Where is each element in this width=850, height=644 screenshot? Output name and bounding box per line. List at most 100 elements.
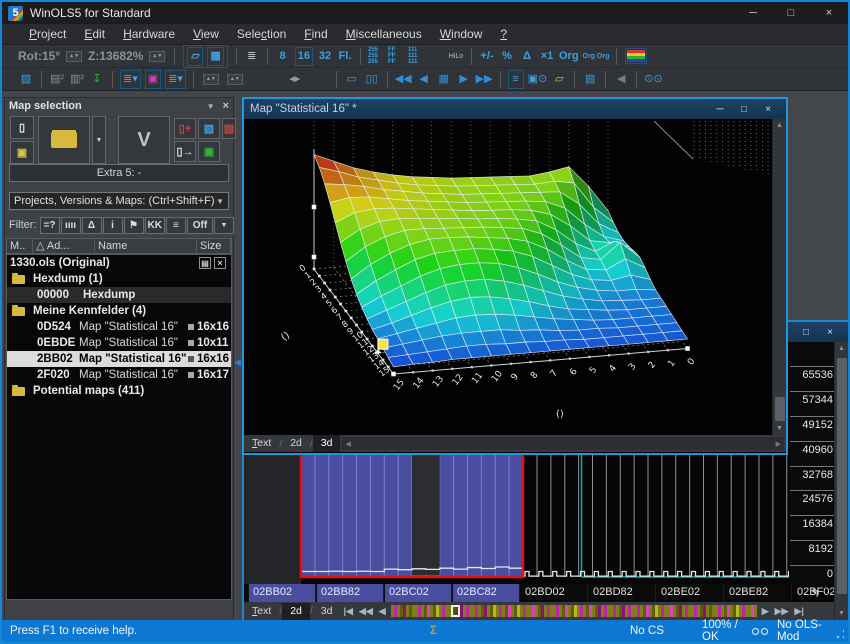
scroll-down-icon[interactable]: ▼ — [773, 422, 786, 435]
search-binoculars-icon[interactable]: ⊙⊙ — [644, 71, 662, 88]
tree-row[interactable]: Potential maps (411) — [7, 383, 231, 399]
menu-item-edit[interactable]: Edit — [75, 24, 114, 45]
project-window-icon[interactable]: ▤ — [582, 71, 598, 88]
filter-off-button[interactable]: Off — [187, 217, 213, 234]
save-import-icon[interactable]: ↧ — [89, 71, 105, 88]
window-split-icon[interactable]: ▯▯ — [364, 71, 380, 88]
map-grow2-icon[interactable]: ▥² — [69, 71, 85, 88]
preview-search-icon[interactable]: ▣⊙ — [528, 71, 548, 88]
scroll-up-icon[interactable]: ▲ — [773, 119, 786, 132]
hexdump-tab-2d[interactable]: 2d — [282, 603, 310, 620]
hexdump-close-button[interactable]: × — [818, 327, 842, 338]
next-map-icon[interactable]: ▶ — [456, 71, 472, 88]
back-icon[interactable]: ◀ — [613, 71, 629, 88]
map-tab-3d[interactable]: 3d — [313, 435, 341, 452]
scope-dropdown[interactable]: Projects, Versions & Maps: (Ctrl+Shift+F… — [9, 192, 229, 210]
view-3d-icon[interactable]: ▦ — [207, 47, 223, 66]
close-button[interactable]: × — [810, 2, 848, 24]
map-close-button[interactable]: × — [756, 104, 780, 115]
hilo-icon[interactable]: HiLo — [448, 48, 464, 65]
map-3d-view[interactable]: 0123456789101112131415151413121110987654… — [244, 119, 786, 435]
column-header-name[interactable]: Name — [95, 239, 197, 253]
filter-dropdown-button[interactable]: ▼ — [214, 217, 234, 234]
axis-cols-icon[interactable]: ≣▾ — [165, 70, 186, 89]
filter-ticks-icon[interactable]: ıııı — [61, 217, 81, 234]
factor-icon[interactable]: ×1 — [539, 48, 555, 65]
minimize-button[interactable]: ─ — [734, 2, 772, 24]
spinner-b[interactable]: ▲▼ — [227, 74, 243, 85]
save-project-icon[interactable]: ▣ — [10, 141, 34, 164]
add-map-icon[interactable]: ▯+ — [174, 118, 196, 139]
import-version-icon[interactable]: V — [118, 116, 170, 164]
menu-item-hardware[interactable]: Hardware — [114, 24, 184, 45]
splitter-collapse-icon[interactable]: ◀ — [234, 354, 242, 370]
panel-collapse-icon[interactable]: ▼ — [207, 102, 215, 111]
view-2d-icon[interactable]: ▱ — [187, 47, 203, 66]
tree-row[interactable]: 1330.ols (Original)▤× — [7, 255, 231, 271]
hex-text-view-icon[interactable]: ≣ — [244, 48, 260, 65]
zoom-spinner[interactable]: ▲▼ — [149, 51, 165, 62]
window-globe-icon[interactable]: ▣ — [198, 141, 220, 162]
original-compare-icon[interactable]: Org Org — [583, 48, 610, 65]
map-shrink2-icon[interactable]: ▤² — [49, 71, 65, 88]
original-icon[interactable]: Org — [559, 48, 579, 65]
minimap-cursor[interactable] — [451, 605, 460, 617]
filter-flag-icon[interactable]: ⚑ — [124, 217, 144, 234]
data-width-16-button[interactable]: 16 — [295, 47, 313, 66]
menu-item-miscellaneous[interactable]: Miscellaneous — [337, 24, 431, 45]
export-map-icon[interactable]: ▯→ — [174, 141, 196, 162]
column-header-m[interactable]: M.. — [7, 239, 33, 253]
sign-icon[interactable]: +/- — [479, 48, 495, 65]
nav-1-left-icon[interactable]: ◀ — [376, 606, 389, 617]
map-tab-2d[interactable]: 2d — [282, 435, 310, 452]
nav-1-right-icon[interactable]: ▶ — [759, 606, 772, 617]
tree-row[interactable]: 2F020Map "Statistical 16"16x17 — [7, 367, 231, 383]
prev-map-icon[interactable]: ◀ — [416, 71, 432, 88]
extra5-button[interactable]: Extra 5: - — [9, 164, 229, 182]
new-project-icon[interactable]: ▯ — [10, 116, 34, 139]
rotation-spinner[interactable]: ▲▼ — [66, 51, 82, 62]
color-scale-icon[interactable] — [627, 50, 645, 62]
panel-close-icon[interactable]: × — [223, 100, 229, 112]
filter-kk-icon[interactable]: KK — [145, 217, 165, 234]
file-minimap[interactable] — [391, 605, 757, 617]
data-width-8-button[interactable]: 8 — [275, 48, 291, 65]
difference-icon[interactable]: Δ — [519, 48, 535, 65]
open-dropdown-icon[interactable]: ▼ — [92, 116, 106, 164]
filter-delta-icon[interactable]: Δ — [82, 217, 102, 234]
hexdump-maximize-button[interactable]: □ — [794, 327, 818, 338]
hexdump-tab-3d[interactable]: 3d — [313, 603, 341, 620]
menu-item-find[interactable]: Find — [295, 24, 336, 45]
values-hex-icon[interactable]: FFFFFF — [388, 47, 404, 65]
menu-item-selection[interactable]: Selection — [228, 24, 295, 45]
auto-map-icon[interactable]: ▨ — [198, 118, 220, 139]
values-decimal-icon[interactable]: 255255255 — [368, 47, 384, 65]
column-header-size[interactable]: Size — [197, 239, 231, 253]
data-width-32-button[interactable]: 32 — [317, 48, 333, 65]
window-compare-icon[interactable]: ▭ — [344, 71, 360, 88]
filter-info-icon[interactable]: i — [103, 217, 123, 234]
tree-row[interactable]: 2BB02Map "Statistical 16"16x16 — [7, 351, 231, 367]
percent-icon[interactable]: % — [499, 48, 515, 65]
map-maximize-button[interactable]: □ — [732, 104, 756, 115]
resize-grip[interactable] — [836, 629, 844, 639]
window-frame-icon[interactable]: ▣ — [145, 70, 161, 89]
axis-rows-icon[interactable]: ≣▾ — [120, 70, 141, 89]
project-props-icon[interactable]: ▧ — [222, 118, 236, 139]
menu-item-view[interactable]: View — [184, 24, 228, 45]
scroll-left-icon[interactable]: ◀ — [345, 440, 350, 448]
map-vertical-scrollbar[interactable]: ▲ ▼ — [772, 119, 786, 435]
last-map-icon[interactable]: ▶▶ — [476, 71, 493, 88]
map-overview-icon[interactable]: ▦ — [436, 71, 452, 88]
filter-equal-icon[interactable]: =? — [40, 217, 60, 234]
open-project-icon[interactable] — [38, 116, 90, 164]
menu-item-project[interactable]: Project — [20, 24, 75, 45]
hexdump-tab-text[interactable]: Text — [244, 603, 279, 620]
nav-2-right-icon[interactable]: ▶| — [791, 606, 806, 617]
hexdump-vertical-scrollbar[interactable]: ▲ ▼ — [834, 342, 848, 620]
tree-row[interactable]: Meine Kennfelder (4) — [7, 303, 231, 319]
tree-row[interactable]: 0D524Map "Statistical 16"16x16 — [7, 319, 231, 335]
tree-row[interactable]: 00000Hexdump — [7, 287, 231, 303]
project-close-icon[interactable]: × — [214, 257, 226, 269]
menu-item-[interactable]: ? — [491, 24, 516, 45]
